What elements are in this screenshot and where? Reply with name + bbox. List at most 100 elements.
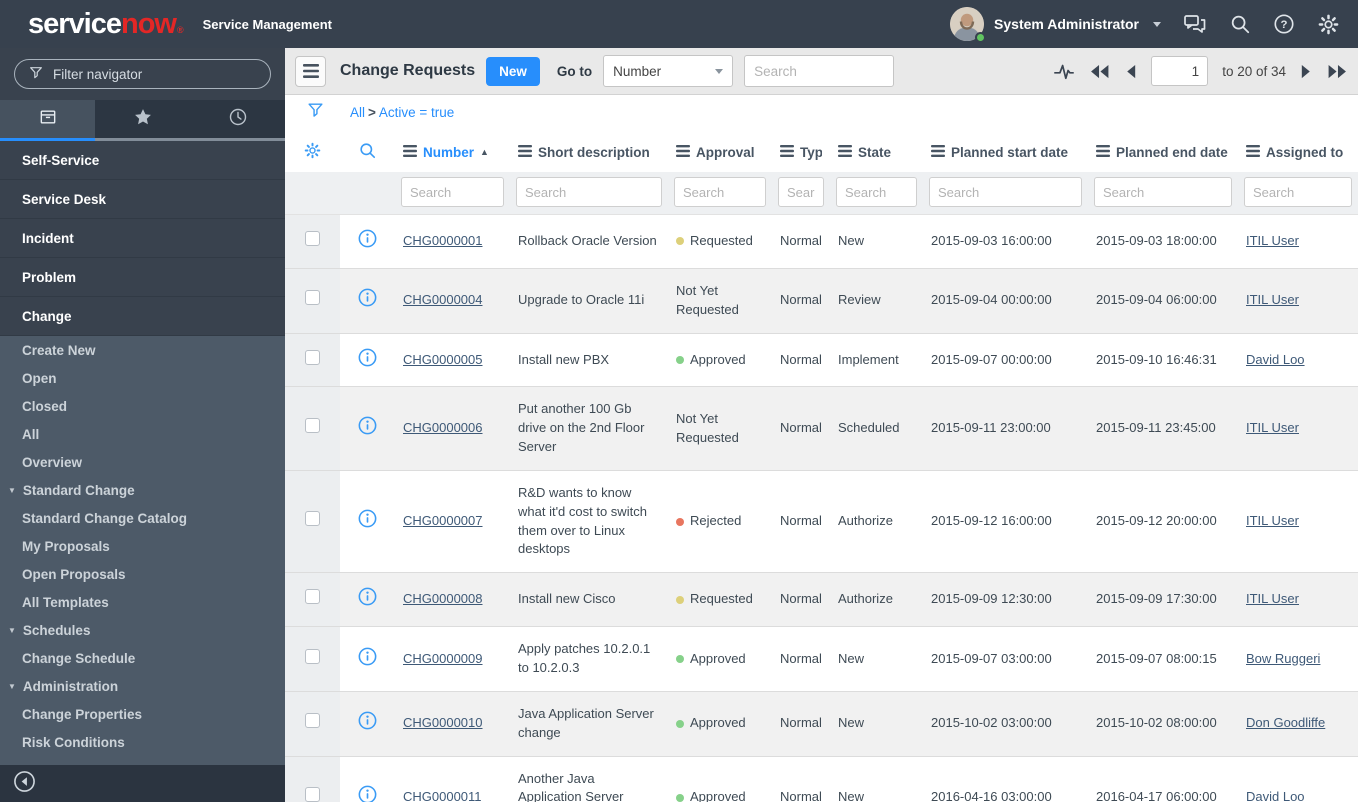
column-search-input[interactable] <box>1244 177 1352 207</box>
goto-field-select[interactable]: Number <box>603 55 734 87</box>
collapse-sidebar-icon[interactable] <box>13 770 36 798</box>
change-number-link[interactable]: CHG0000001 <box>403 233 483 248</box>
sidebar-item-closed[interactable]: Closed <box>0 392 285 420</box>
assigned-to-link[interactable]: Bow Ruggeri <box>1246 651 1320 666</box>
sidebar-item-risk-conditions[interactable]: Risk Conditions <box>0 728 285 756</box>
goto-search-input[interactable] <box>744 55 895 87</box>
column-search-input[interactable] <box>778 177 824 207</box>
sidebar-section-problem[interactable]: Problem <box>0 258 285 297</box>
column-search-input[interactable] <box>401 177 504 207</box>
info-icon[interactable] <box>357 784 378 802</box>
breadcrumb-funnel-icon[interactable] <box>306 101 325 125</box>
column-header-planned-end-date[interactable]: Planned end date <box>1088 130 1238 172</box>
column-search-input[interactable] <box>1094 177 1232 207</box>
sidebar-section-incident[interactable]: Incident <box>0 219 285 258</box>
list-search-button[interactable] <box>340 130 395 172</box>
info-icon[interactable] <box>357 228 378 249</box>
activity-stream-icon[interactable] <box>1053 61 1075 81</box>
column-search-input[interactable] <box>929 177 1082 207</box>
change-number-link[interactable]: CHG0000006 <box>403 420 483 435</box>
assigned-to-link[interactable]: ITIL User <box>1246 513 1299 528</box>
settings-gear-icon[interactable] <box>1317 13 1340 36</box>
sidebar-item-all[interactable]: All <box>0 420 285 448</box>
assigned-to-link[interactable]: Don Goodliffe <box>1246 715 1325 730</box>
sidebar-item-create-new[interactable]: Create New <box>0 336 285 364</box>
sidebar-section-change[interactable]: Change <box>0 297 285 336</box>
info-icon[interactable] <box>357 586 378 607</box>
filter-navigator-input[interactable]: Filter navigator <box>14 59 271 89</box>
sidebar-item-standard-change[interactable]: ▼ Standard Change <box>0 476 285 504</box>
column-header-type[interactable]: Type <box>772 130 830 172</box>
change-number-link[interactable]: CHG0000008 <box>403 591 483 606</box>
sidebar-item-open[interactable]: Open <box>0 364 285 392</box>
assigned-to-link[interactable]: David Loo <box>1246 789 1305 802</box>
row-checkbox[interactable] <box>305 589 320 605</box>
sidebar-item-standard-change-catalog[interactable]: Standard Change Catalog <box>0 504 285 532</box>
info-icon[interactable] <box>357 347 378 368</box>
column-header-label: Assigned to <box>1266 144 1344 160</box>
change-number-link[interactable]: CHG0000010 <box>403 715 483 730</box>
row-checkbox[interactable] <box>305 418 320 434</box>
column-header-planned-start-date[interactable]: Planned start date <box>923 130 1088 172</box>
info-icon[interactable] <box>357 287 378 308</box>
breadcrumb-all-link[interactable]: All <box>350 105 365 120</box>
info-icon[interactable] <box>357 415 378 436</box>
row-checkbox[interactable] <box>305 511 320 527</box>
change-number-link[interactable]: CHG0000007 <box>403 513 483 528</box>
column-search-input[interactable] <box>674 177 766 207</box>
row-checkbox[interactable] <box>305 290 320 306</box>
page-number-input[interactable] <box>1151 56 1209 86</box>
tab-favorites[interactable] <box>95 100 190 141</box>
row-checkbox[interactable] <box>305 349 320 365</box>
sidebar-section-self-service[interactable]: Self-Service <box>0 141 285 180</box>
row-select-cell <box>285 469 340 573</box>
global-search-icon[interactable] <box>1229 13 1251 35</box>
change-number-link[interactable]: CHG0000005 <box>403 352 483 367</box>
info-icon[interactable] <box>357 508 378 529</box>
row-checkbox[interactable] <box>305 787 320 802</box>
assigned-to-link[interactable]: ITIL User <box>1246 420 1299 435</box>
change-number-link[interactable]: CHG0000011 <box>403 789 482 802</box>
assigned-to-link[interactable]: ITIL User <box>1246 591 1299 606</box>
info-icon[interactable] <box>357 710 378 731</box>
column-header-short-description[interactable]: Short description <box>510 130 668 172</box>
breadcrumb-condition-link[interactable]: Active = true <box>379 105 454 120</box>
row-checkbox[interactable] <box>305 713 320 729</box>
sidebar-item-my-proposals[interactable]: My Proposals <box>0 532 285 560</box>
row-checkbox[interactable] <box>305 231 320 246</box>
column-header-state[interactable]: State <box>830 130 923 172</box>
sidebar-item-administration[interactable]: ▼ Administration <box>0 672 285 700</box>
change-number-link[interactable]: CHG0000009 <box>403 651 483 666</box>
sidebar-section-service-desk[interactable]: Service Desk <box>0 180 285 219</box>
last-page-icon[interactable] <box>1327 64 1348 79</box>
user-menu[interactable]: System Administrator <box>950 7 1161 44</box>
assigned-to-link[interactable]: ITIL User <box>1246 233 1299 248</box>
sidebar-item-change-schedule[interactable]: Change Schedule <box>0 644 285 672</box>
row-checkbox[interactable] <box>305 648 320 664</box>
column-search-input[interactable] <box>836 177 917 207</box>
first-page-icon[interactable] <box>1089 64 1110 79</box>
tab-all-applications[interactable] <box>0 100 95 141</box>
column-menu-icon <box>931 144 945 160</box>
info-icon[interactable] <box>357 646 378 667</box>
next-page-icon[interactable] <box>1300 64 1313 79</box>
connect-chat-icon[interactable] <box>1183 13 1207 35</box>
list-context-menu-button[interactable] <box>295 55 326 87</box>
column-header-number[interactable]: Number ▲ <box>395 130 510 172</box>
help-icon[interactable]: ? <box>1273 13 1295 35</box>
sidebar-item-all-templates[interactable]: All Templates <box>0 588 285 616</box>
sidebar-item-open-proposals[interactable]: Open Proposals <box>0 560 285 588</box>
column-header-assigned-to[interactable]: Assigned to <box>1238 130 1358 172</box>
column-search-input[interactable] <box>516 177 662 207</box>
assigned-to-link[interactable]: ITIL User <box>1246 292 1299 307</box>
column-header-approval[interactable]: Approval <box>668 130 772 172</box>
previous-page-icon[interactable] <box>1124 64 1137 79</box>
change-number-link[interactable]: CHG0000004 <box>403 292 483 307</box>
tab-history[interactable] <box>190 100 285 141</box>
new-button[interactable]: New <box>486 56 540 86</box>
assigned-to-link[interactable]: David Loo <box>1246 352 1305 367</box>
personalize-list-button[interactable] <box>285 130 340 172</box>
sidebar-item-overview[interactable]: Overview <box>0 448 285 476</box>
sidebar-item-schedules[interactable]: ▼ Schedules <box>0 616 285 644</box>
sidebar-item-change-properties[interactable]: Change Properties <box>0 700 285 728</box>
